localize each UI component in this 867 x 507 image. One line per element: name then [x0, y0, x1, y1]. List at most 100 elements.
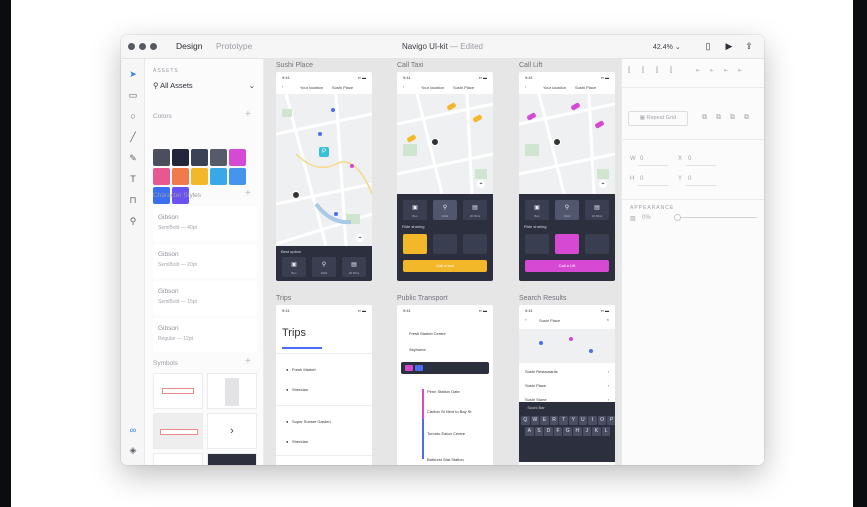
boolean-subtract-icon[interactable]: ⧉	[716, 114, 721, 122]
color-swatch[interactable]	[153, 149, 170, 166]
keyboard-key[interactable]: E	[540, 416, 549, 425]
keyboard[interactable]: Sushi Bar QWERTYUIOP ASDFGHJKL	[519, 402, 615, 462]
keyboard-key[interactable]: F	[553, 427, 563, 436]
back-icon[interactable]: ‹	[525, 84, 526, 89]
boolean-exclude-icon[interactable]: ⧉	[744, 114, 749, 122]
distribute-vertical-icon[interactable]: ⫦	[738, 67, 742, 75]
add-character-style-icon[interactable]: +	[245, 188, 251, 199]
color-swatch[interactable]	[172, 168, 189, 185]
map-pin[interactable]	[334, 212, 338, 216]
locate-icon[interactable]: ⌖	[477, 180, 485, 188]
zoom-icon[interactable]: ⚲	[126, 214, 140, 228]
share-icon[interactable]: ⇪	[743, 40, 755, 52]
map-view[interactable]: ⌖	[397, 94, 493, 194]
call-lift-button[interactable]: Call a Lift	[525, 260, 609, 272]
mode-card-walk[interactable]: ⚲ Walk	[555, 200, 579, 220]
back-icon[interactable]: ‹	[525, 317, 526, 322]
destination-marker-icon[interactable]: P	[319, 147, 329, 157]
opacity-slider-handle[interactable]	[674, 214, 681, 221]
color-swatch[interactable]	[210, 168, 227, 185]
symbol-thumbnail[interactable]	[153, 413, 203, 449]
transit-summary-bar[interactable]	[401, 362, 489, 374]
keyboard-key[interactable]: U	[578, 416, 588, 425]
ride-option-selected[interactable]	[403, 234, 427, 254]
symbol-thumbnail[interactable]	[207, 453, 257, 465]
play-icon[interactable]: ▶	[723, 40, 735, 52]
map-pin[interactable]	[318, 132, 322, 136]
ride-option[interactable]	[525, 234, 549, 254]
ride-option[interactable]	[463, 234, 487, 254]
y-field[interactable]: 0	[688, 176, 691, 182]
keyboard-key[interactable]: D	[544, 427, 553, 436]
color-swatch[interactable]	[229, 168, 246, 185]
back-icon[interactable]: ‹	[403, 84, 404, 89]
keyboard-key[interactable]: Q	[521, 416, 530, 425]
map-view[interactable]: ⌖	[519, 94, 615, 194]
color-swatch[interactable]	[191, 149, 208, 166]
select-arrow-icon[interactable]: ➤	[126, 67, 140, 81]
mode-card-walk[interactable]: ⚲ Walk	[312, 257, 336, 277]
ellipse-icon[interactable]: ○	[126, 109, 140, 123]
keyboard-key[interactable]: J	[582, 427, 592, 436]
ride-option-selected[interactable]	[555, 234, 579, 254]
artboard-title[interactable]: Sushi Place	[276, 62, 313, 69]
keyboard-key[interactable]: R	[549, 416, 559, 425]
chevron-right-icon[interactable]: ›	[207, 413, 257, 449]
color-swatch[interactable]	[191, 168, 208, 185]
artboard-icon[interactable]: ⊓	[126, 193, 140, 207]
boolean-intersect-icon[interactable]: ⧉	[730, 114, 735, 122]
color-swatch[interactable]	[172, 149, 189, 166]
keyboard-key[interactable]: W	[530, 416, 540, 425]
zoom-level[interactable]: 42.4% ⌄	[653, 43, 681, 51]
width-field[interactable]: 0	[640, 156, 643, 162]
all-assets-dropdown[interactable]: ⚲ All Assets ⌄	[153, 81, 257, 95]
align-center-icon[interactable]: ⫿	[642, 67, 644, 75]
artboard-call-taxi[interactable]: 9:41▪▪ ▬ ‹ Your location Sushi Place ⌖	[397, 72, 493, 281]
artboard-title[interactable]: Public Transport	[397, 295, 448, 302]
x-field[interactable]: 0	[688, 156, 691, 162]
color-swatch[interactable]	[229, 149, 246, 166]
keyboard-key[interactable]: T	[559, 416, 568, 425]
locate-icon[interactable]: ⌖	[356, 234, 364, 242]
artboard-public-transport[interactable]: 9:41 ▪▪ ▬ Fresh Market Centre Skyhome Pen…	[397, 305, 493, 465]
keyboard-key[interactable]: P	[607, 416, 615, 425]
map-pin[interactable]	[589, 349, 593, 353]
character-style-item[interactable]: Gibson Regular — 12pt	[153, 318, 257, 352]
keyboard-key[interactable]: I	[588, 416, 597, 425]
mode-card-bus[interactable]: ▣ Bus	[282, 257, 306, 277]
opacity-value[interactable]: 0%	[642, 215, 651, 221]
align-top-icon[interactable]: ⫦	[696, 67, 700, 75]
boolean-add-icon[interactable]: ⧉	[702, 114, 707, 122]
mode-card-bus[interactable]: ▣ Bus	[525, 200, 549, 220]
keyboard-key[interactable]: H	[572, 427, 582, 436]
map-pin[interactable]	[350, 164, 354, 168]
color-swatch[interactable]	[210, 149, 227, 166]
suggestion[interactable]: Sushi Bar	[521, 405, 551, 410]
ride-option[interactable]	[433, 234, 457, 254]
pen-icon[interactable]: ✎	[126, 151, 140, 165]
symbol-thumbnail[interactable]	[153, 373, 203, 409]
add-color-icon[interactable]: +	[245, 109, 251, 120]
keyboard-key[interactable]: K	[592, 427, 601, 436]
artboard-title[interactable]: Call Lift	[519, 62, 542, 69]
line-icon[interactable]: ╱	[126, 130, 140, 144]
design-canvas[interactable]: Sushi Place 9:41 ▪▪ ▬ ‹ Your location Sus…	[264, 59, 621, 465]
call-taxi-button[interactable]: Call a taxi	[403, 260, 487, 272]
text-icon[interactable]: T	[126, 172, 140, 186]
layers-icon[interactable]: ◈	[126, 443, 140, 457]
symbol-thumbnail[interactable]	[207, 373, 257, 409]
mode-card-time[interactable]: ▤ 20 Mins	[585, 200, 609, 220]
map-pin[interactable]	[569, 337, 573, 341]
mode-card-walk[interactable]: ⚲ Walk	[433, 200, 457, 220]
mode-card-bus[interactable]: ▣ Bus	[403, 200, 427, 220]
align-bottom-icon[interactable]: ⫦	[724, 67, 728, 75]
repeat-grid-button[interactable]: ▦ Repeat Grid	[628, 111, 688, 126]
map-view[interactable]	[519, 329, 615, 363]
back-icon[interactable]: ‹	[282, 84, 283, 89]
keyboard-key[interactable]: G	[563, 427, 572, 436]
opacity-slider-track[interactable]	[677, 217, 757, 218]
character-style-item[interactable]: Gibson SemiBold — 20pt	[153, 244, 257, 278]
artboard-call-lift[interactable]: 9:41▪▪ ▬ ‹ Your location Sushi Place ⌖	[519, 72, 615, 281]
artboard-trips[interactable]: 9:41 ▪▪ ▬ Trips ● Fresh Market ● Sheridan ●…	[276, 305, 372, 465]
rectangle-icon[interactable]: ▭	[126, 88, 140, 102]
